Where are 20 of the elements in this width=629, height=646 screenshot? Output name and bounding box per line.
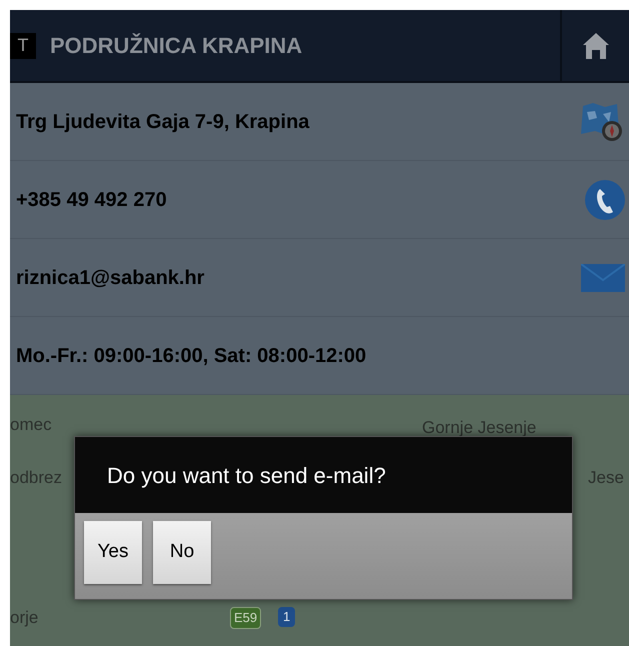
route-sign: 1 (278, 607, 296, 626)
place-label: Jese (588, 467, 624, 489)
road-sign: E59 (230, 607, 262, 628)
contact-text: Mo.-Fr.: 09:00-16:00, Sat: 08:00-12:00 (16, 344, 366, 368)
contact-text: Trg Ljudevita Gaja 7-9, Krapina (16, 110, 310, 134)
home-icon[interactable] (580, 30, 610, 60)
branch-title: PODRUŽNICA KRAPINA (50, 32, 304, 60)
place-label: odbrez (10, 467, 62, 489)
map-view[interactable]: omec Gornje Jesenje odbrez Jese orje E59 1 Do you want to send e-mail? Yes No (10, 395, 629, 646)
place-label: orje (10, 607, 38, 629)
place-label: omec (10, 414, 52, 436)
phone-icon[interactable] (585, 180, 625, 220)
map-compass-icon[interactable] (579, 102, 625, 142)
place-label: Gornje Jesenje (422, 417, 536, 439)
contact-text: riznica1@sabank.hr (16, 266, 204, 290)
dialog-message: Do you want to send e-mail? (107, 462, 386, 490)
dialog-button[interactable]: No (153, 521, 211, 584)
contact-text: +385 49 492 270 (16, 188, 167, 212)
app-logo: T (10, 32, 36, 58)
dialog-button[interactable]: Yes (84, 521, 142, 584)
